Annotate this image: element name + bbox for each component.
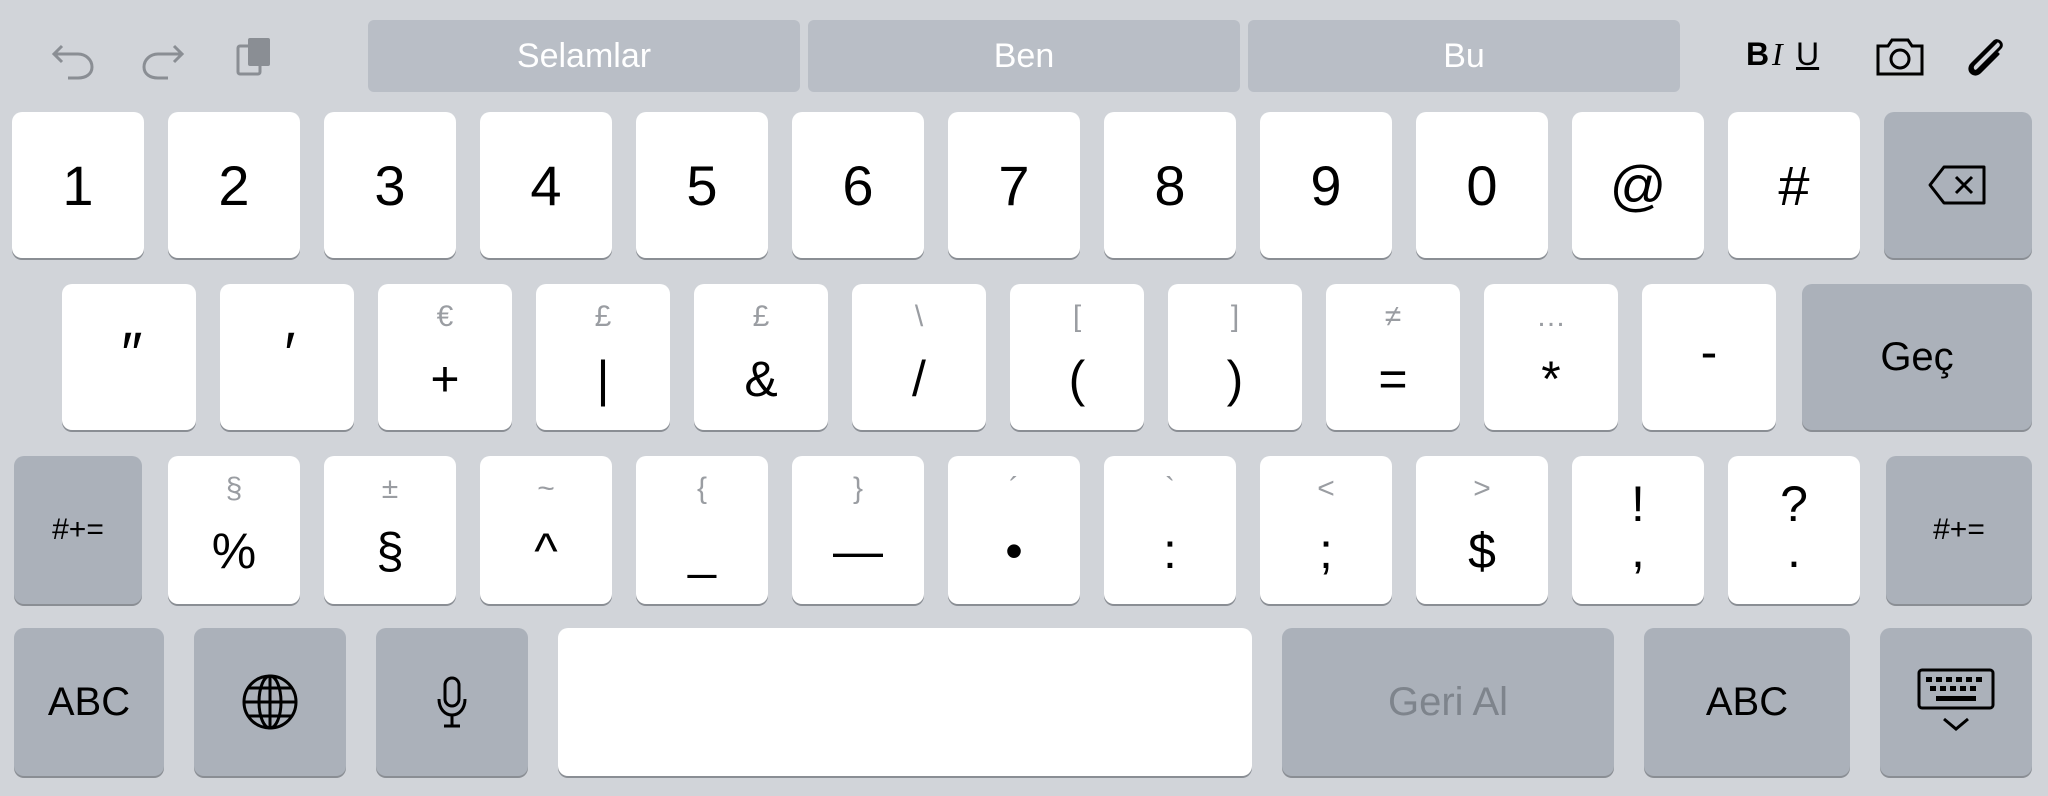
microphone-icon (437, 676, 467, 728)
dictation-key[interactable] (376, 628, 528, 776)
abc-key-right[interactable]: ABC (1644, 628, 1850, 776)
paste-button[interactable] (228, 28, 284, 84)
globe-key[interactable] (194, 628, 346, 776)
key-3[interactable]: 3 (324, 112, 456, 258)
redo-icon (142, 44, 185, 80)
key-colon[interactable]: `: (1104, 456, 1236, 604)
undo-key[interactable]: Geri Al (1282, 628, 1614, 776)
undo-icon (51, 44, 94, 80)
key-4[interactable]: 4 (480, 112, 612, 258)
symbols-toggle-right[interactable]: #+= (1886, 456, 2032, 604)
key-plus[interactable]: € + (378, 284, 512, 430)
key-caret[interactable]: ~ ^ (480, 456, 612, 604)
return-key[interactable]: Geç (1802, 284, 2032, 430)
delete-key[interactable] (1884, 112, 2032, 258)
globe-icon (242, 674, 298, 730)
backspace-icon (1928, 165, 1986, 205)
key-close-paren[interactable]: ]) (1168, 284, 1302, 430)
key-ampersand[interactable]: £ & (694, 284, 828, 430)
key-hyphen[interactable]: - (1642, 284, 1776, 430)
abc-key-left[interactable]: ABC (14, 628, 164, 776)
key-bullet[interactable]: ´ • (948, 456, 1080, 604)
suggestion-3[interactable]: Bu (1248, 20, 1680, 92)
attach-button[interactable] (1954, 26, 2014, 86)
keyboard-hide-icon (1917, 668, 1995, 731)
key-5[interactable]: 5 (636, 112, 768, 258)
key-double-prime[interactable]: ″ (62, 284, 196, 430)
key-9[interactable]: 9 (1260, 112, 1392, 258)
symbols-toggle-left[interactable]: #+= (14, 456, 142, 604)
key-percent[interactable]: §% (168, 456, 300, 604)
suggestion-1[interactable]: Selamlar (368, 20, 800, 92)
key-underscore[interactable]: {_ (636, 456, 768, 604)
key-at[interactable]: @ (1572, 112, 1704, 258)
key-question-period[interactable]: ? . (1728, 456, 1860, 604)
key-dollar[interactable]: > $ (1416, 456, 1548, 604)
redo-button[interactable] (136, 28, 192, 84)
key-6[interactable]: 6 (792, 112, 924, 258)
camera-button[interactable] (1870, 26, 1930, 86)
undo-button[interactable] (44, 28, 100, 84)
paperclip-icon (1968, 39, 2003, 76)
clipboard-icon (236, 38, 270, 76)
format-bold-button[interactable]: B (1746, 36, 1769, 73)
key-0[interactable]: 0 (1416, 112, 1548, 258)
key-pipe[interactable]: £ | (536, 284, 670, 430)
suggestion-2[interactable]: Ben (808, 20, 1240, 92)
key-2[interactable]: 2 (168, 112, 300, 258)
key-em-dash[interactable]: } — (792, 456, 924, 604)
key-7[interactable]: 7 (948, 112, 1080, 258)
key-hash[interactable]: # (1728, 112, 1860, 258)
key-equals[interactable]: ≠ = (1326, 284, 1460, 430)
key-8[interactable]: 8 (1104, 112, 1236, 258)
key-semicolon[interactable]: <; (1260, 456, 1392, 604)
key-section[interactable]: ± § (324, 456, 456, 604)
format-italic-button[interactable]: I (1772, 36, 1783, 73)
camera-icon (1876, 38, 1924, 76)
key-prime[interactable]: ′ (220, 284, 354, 430)
key-slash[interactable]: \ / (852, 284, 986, 430)
format-underline-button[interactable]: U (1796, 36, 1819, 73)
hide-keyboard-key[interactable] (1880, 628, 2032, 776)
key-asterisk[interactable]: … * (1484, 284, 1618, 430)
key-1[interactable]: 1 (12, 112, 144, 258)
key-open-paren[interactable]: [( (1010, 284, 1144, 430)
key-exclamation-comma[interactable]: ! , (1572, 456, 1704, 604)
space-bar[interactable] (558, 628, 1252, 776)
